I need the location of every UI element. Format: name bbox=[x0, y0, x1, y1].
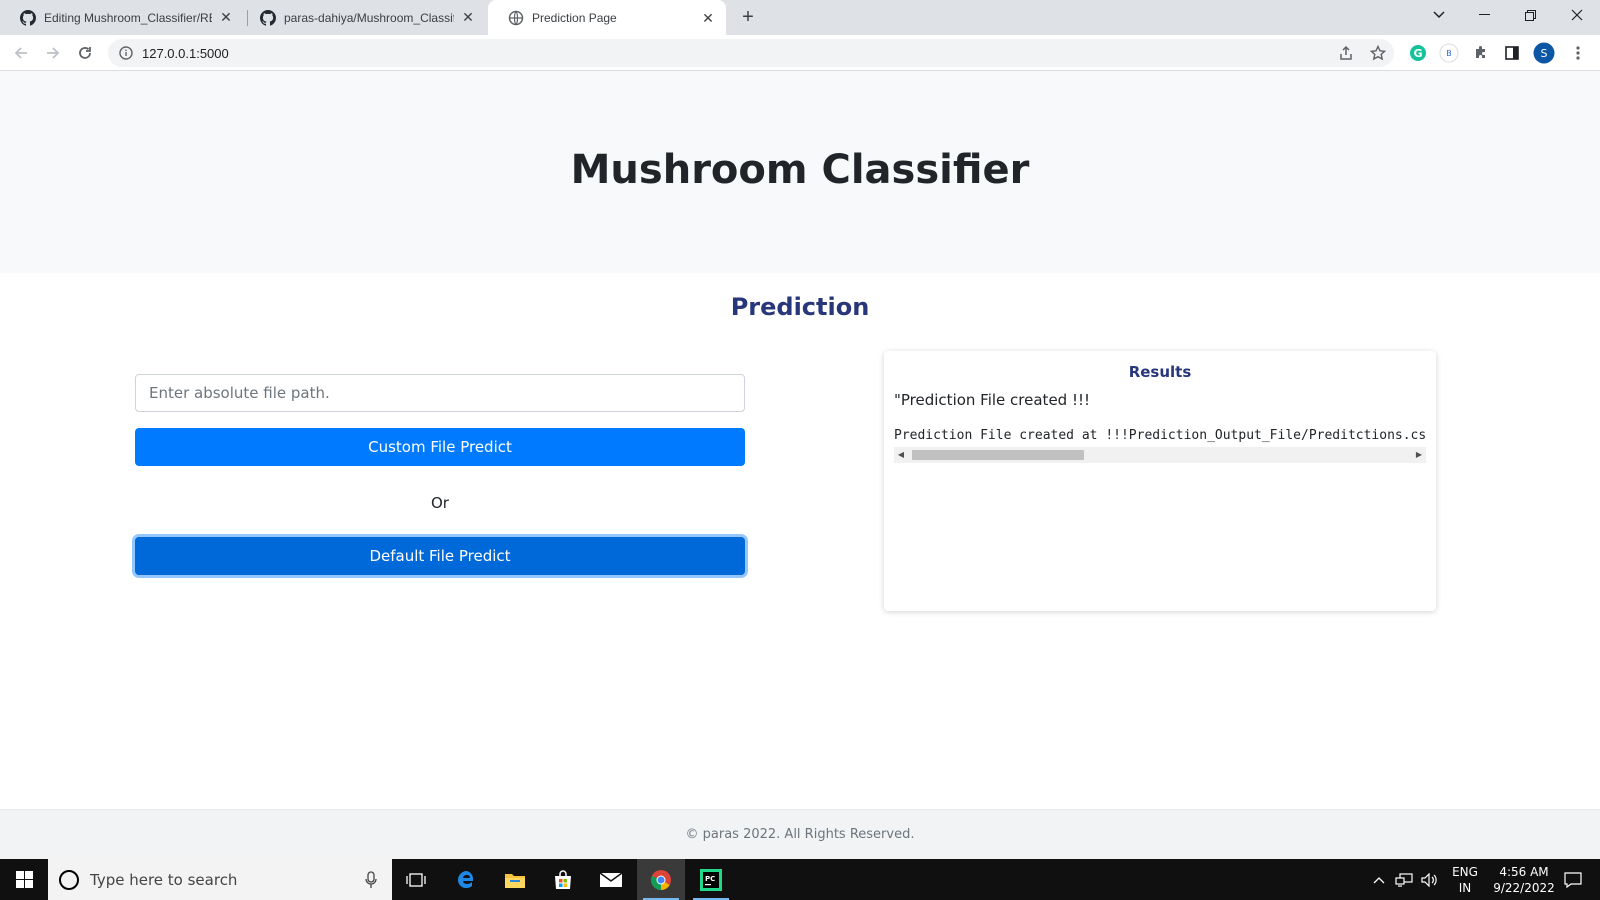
extension-initial: B bbox=[1446, 49, 1452, 58]
page-footer: © paras 2022. All Rights Reserved. bbox=[0, 809, 1600, 859]
share-icon[interactable] bbox=[1334, 41, 1358, 65]
windows-start-icon[interactable] bbox=[0, 859, 48, 900]
custom-file-predict-button[interactable]: Custom File Predict bbox=[135, 428, 745, 466]
taskbar-search-box[interactable]: Type here to search bbox=[48, 859, 392, 900]
scroll-right-arrow-icon[interactable]: ▶ bbox=[1414, 450, 1424, 460]
tab-title: Prediction Page bbox=[532, 11, 617, 25]
tab-title: Editing Mushroom_Classifier/REA bbox=[44, 10, 212, 25]
results-detail: Prediction File created at !!!Prediction… bbox=[894, 428, 1426, 443]
page-content: Mushroom Classifier Prediction Custom Fi… bbox=[0, 71, 1600, 859]
tab-github-repo[interactable]: paras-dahiya/Mushroom_Classifi ✕ bbox=[240, 0, 486, 35]
results-horizontal-scrollbar[interactable]: ◀ ▶ bbox=[894, 447, 1426, 463]
page-title: Mushroom Classifier bbox=[570, 147, 1030, 193]
file-explorer-icon[interactable] bbox=[491, 859, 539, 900]
github-icon bbox=[20, 9, 36, 26]
language-indicator[interactable]: ENG IN bbox=[1448, 859, 1482, 900]
results-title: Results bbox=[1128, 363, 1192, 381]
svg-text:PC: PC bbox=[705, 875, 715, 883]
minimize-icon[interactable] bbox=[1461, 0, 1507, 30]
browser-toolbar: 127.0.0.1:5000 G B S bbox=[0, 35, 1600, 71]
profile-initial: S bbox=[1541, 47, 1548, 60]
chrome-icon[interactable] bbox=[637, 859, 685, 900]
region-code: IN bbox=[1458, 880, 1472, 895]
address-bar[interactable]: 127.0.0.1:5000 bbox=[108, 39, 1394, 67]
taskbar-search-placeholder: Type here to search bbox=[90, 870, 238, 889]
tab-prediction-page[interactable]: Prediction Page ✕ bbox=[488, 0, 726, 36]
footer-copyright: © paras 2022. All Rights Reserved. bbox=[685, 827, 915, 842]
network-icon[interactable] bbox=[1392, 859, 1416, 900]
or-separator: Or bbox=[431, 494, 449, 512]
clock-date: 9/22/2022 bbox=[1493, 880, 1555, 895]
results-message: "Prediction File created !!! bbox=[894, 391, 1090, 409]
grammarly-icon[interactable]: G bbox=[1406, 41, 1430, 65]
cortana-icon bbox=[59, 869, 79, 890]
file-path-input[interactable] bbox=[135, 374, 745, 412]
github-icon bbox=[260, 9, 276, 26]
task-view-icon[interactable] bbox=[392, 859, 440, 900]
close-tab-icon[interactable]: ✕ bbox=[460, 9, 476, 26]
close-window-icon[interactable] bbox=[1554, 0, 1600, 30]
edge-browser-icon[interactable] bbox=[443, 859, 491, 900]
tab-title: paras-dahiya/Mushroom_Classifi bbox=[284, 10, 454, 25]
hero-banner: Mushroom Classifier bbox=[0, 71, 1600, 273]
forward-arrow-icon[interactable] bbox=[41, 41, 65, 65]
show-hidden-icons-chevron-icon[interactable] bbox=[1370, 859, 1388, 900]
notification-center-icon[interactable] bbox=[1556, 859, 1590, 900]
close-tab-icon[interactable]: ✕ bbox=[700, 10, 716, 26]
restore-icon[interactable] bbox=[1507, 0, 1553, 30]
tab-search-chevron-icon[interactable] bbox=[1416, 0, 1462, 30]
site-info-icon[interactable] bbox=[118, 45, 134, 61]
globe-icon bbox=[508, 10, 524, 26]
prediction-section-title: Prediction bbox=[730, 293, 870, 321]
scroll-left-arrow-icon[interactable]: ◀ bbox=[896, 450, 906, 460]
mail-icon[interactable] bbox=[587, 859, 635, 900]
volume-icon[interactable] bbox=[1418, 859, 1442, 900]
close-tab-icon[interactable]: ✕ bbox=[218, 9, 234, 26]
default-file-predict-button[interactable]: Default File Predict bbox=[135, 537, 745, 575]
url-text: 127.0.0.1:5000 bbox=[142, 45, 229, 61]
microphone-icon[interactable] bbox=[364, 871, 378, 889]
language-code: ENG bbox=[1452, 864, 1478, 879]
reload-icon[interactable] bbox=[73, 41, 97, 65]
new-tab-icon[interactable]: + bbox=[736, 6, 760, 30]
pycharm-icon[interactable]: PC bbox=[687, 859, 735, 900]
results-card: Results "Prediction File created !!! Pre… bbox=[884, 351, 1436, 611]
browser-tab-bar: Editing Mushroom_Classifier/REA ✕ paras-… bbox=[0, 0, 1600, 36]
scrollbar-thumb[interactable] bbox=[912, 450, 1084, 460]
microsoft-store-icon[interactable] bbox=[539, 859, 587, 900]
clock[interactable]: 4:56 AM 9/22/2022 bbox=[1484, 859, 1564, 900]
windows-taskbar: Type here to search PC ENG IN 4:56 AM 9/… bbox=[0, 859, 1600, 900]
extensions-puzzle-icon[interactable] bbox=[1469, 41, 1493, 65]
browser-menu-icon[interactable] bbox=[1566, 41, 1590, 65]
clock-time: 4:56 AM bbox=[1499, 864, 1549, 879]
profile-avatar[interactable]: S bbox=[1532, 41, 1556, 65]
back-arrow-icon[interactable] bbox=[9, 41, 33, 65]
bookmark-star-icon[interactable] bbox=[1366, 41, 1390, 65]
tab-editing-readme[interactable]: Editing Mushroom_Classifier/REA ✕ bbox=[0, 0, 244, 35]
extension-b-icon[interactable]: B bbox=[1437, 41, 1461, 65]
svg-text:G: G bbox=[1413, 47, 1422, 60]
side-panel-icon[interactable] bbox=[1500, 41, 1524, 65]
